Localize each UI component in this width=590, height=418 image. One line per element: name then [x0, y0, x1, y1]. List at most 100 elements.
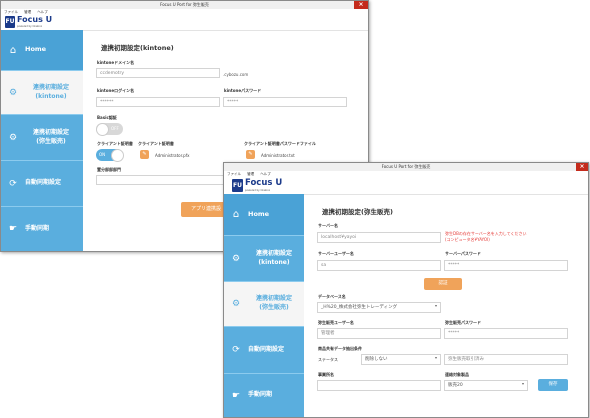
client-file-value: Administrator.pfx [155, 153, 190, 158]
password-label: kintoneパスワード [224, 88, 262, 93]
sync-icon: ⟳ [232, 345, 240, 355]
login-input[interactable]: ****** [96, 97, 220, 107]
sidebar-item-label: 自動同期設定 [25, 179, 62, 187]
menu-file[interactable]: ファイル [4, 10, 18, 14]
logo-name: Focus U [17, 15, 53, 24]
client-cert-toggle[interactable]: ON [96, 149, 124, 162]
domain-label: kintoneドメイン名 [97, 60, 135, 65]
sidebar-item-home[interactable]: ⌂ Home [1, 30, 83, 70]
window-titlebar[interactable]: Focus U Port for 弥生販売 [1, 1, 368, 9]
sidebar-item-label: 手動同期 [248, 391, 273, 399]
window-titlebar[interactable]: Focus U Port for 弥生販売 [224, 163, 588, 171]
login-label: kintoneログイン名 [97, 88, 135, 93]
basic-auth-toggle[interactable]: OFF [96, 123, 123, 136]
sidebar-item-manual-sync[interactable]: ☛ 手動同期 [1, 207, 83, 251]
close-button[interactable]: × [576, 163, 588, 171]
sidebar-item-label: 自動同期設定 [248, 345, 285, 353]
auth-button[interactable]: 認証 [424, 278, 462, 290]
database-label: データベース名 [318, 294, 346, 299]
logo-tagline: powered by Onebox [245, 189, 271, 192]
gear-icon: ⚙ [231, 299, 241, 309]
gear-icon: ⚙ [231, 253, 241, 264]
status-label: ステータス [318, 357, 338, 362]
target-product-label: 連絡対象製品 [445, 372, 469, 377]
server-input[interactable]: localhost¥yayoi [317, 232, 441, 243]
dept-label: 置分部部部門 [97, 167, 121, 172]
status-select[interactable]: 削除しない [361, 354, 441, 365]
menu-help[interactable]: ヘルプ [37, 10, 48, 14]
brand-header: FU Focus U powered by Onebox [1, 15, 368, 31]
save-button[interactable]: 保存 [538, 379, 568, 391]
sidebar-item-label: 連携初期設定 (弥生販売) [32, 128, 69, 145]
client-pw-file-value: Administrator.txt [261, 153, 295, 158]
sync-icon: ⟳ [9, 178, 17, 189]
logo-tagline: powered by Onebox [17, 25, 43, 28]
sidebar: ⌂ Home ⚙ 連携初期設定 (kintone) ⚙ 連携初期設定 (弥生販売) … [224, 194, 304, 417]
chevron-down-icon: ▾ [522, 381, 525, 386]
hand-icon: ☛ [231, 390, 241, 401]
database-select[interactable]: _H%20_株式会社弥生トレーディング [317, 302, 441, 313]
client-pw-file-label: クライアント証明書パスワードファイル [244, 141, 316, 146]
sidebar: ⌂ Home ⚙ 連携初期設定 (kintone) ⚙ 連携初期設定 (弥生販売) … [1, 30, 83, 251]
condition-label: 商品共有データ抽出条件 [318, 346, 362, 351]
domain-suffix: .cybozu.com [223, 72, 249, 77]
target-product-select[interactable]: 販売20 [444, 380, 528, 391]
window-title: Focus U Port for 弥生販売 [160, 2, 209, 7]
status-text-input[interactable]: 弥生販売取引済み [444, 354, 568, 365]
menu-help[interactable]: ヘルプ [260, 172, 271, 176]
basic-auth-label: Basic認証 [97, 115, 117, 120]
server-error-hint: (コンピュータ名¥YAYOI) [445, 237, 490, 242]
brand-header: FU Focus U powered by Onebox [224, 177, 588, 195]
sidebar-item-kintone-settings[interactable]: ⚙ 連携初期設定 (kintone) [224, 236, 304, 281]
gear-icon: ⚙ [8, 132, 18, 143]
sidebar-item-label: 手動同期 [25, 224, 50, 232]
menu-manage[interactable]: 管理 [24, 10, 31, 14]
window-title: Focus U Port for 弥生販売 [381, 164, 431, 169]
yayoi-user-input[interactable]: 管理者 [317, 328, 441, 339]
sidebar-item-label: Home [25, 45, 47, 54]
sidebar-item-label: Home [248, 209, 270, 218]
gear-icon: ⚙ [8, 87, 18, 98]
focus-u-logo-icon: FU [5, 16, 15, 28]
office-label: 事業所名 [318, 372, 334, 377]
password-input[interactable]: ***** [223, 97, 347, 107]
page-title: 連携初期設定(kintone) [101, 44, 174, 52]
domain-input[interactable]: ccdemotry [96, 68, 220, 78]
sidebar-item-home[interactable]: ⌂ Home [224, 194, 304, 235]
menu-file[interactable]: ファイル [227, 172, 241, 176]
server-user-label: サーバーユーザー名 [318, 251, 354, 256]
server-user-input[interactable]: sa [317, 260, 441, 271]
yayoi-password-input[interactable]: ***** [444, 328, 568, 339]
yayoi-user-label: 弥生販売ユーザー名 [318, 320, 354, 325]
sidebar-item-label: 連携初期設定 (kintone) [255, 249, 292, 266]
client-file-label: クライアント証明書 [138, 141, 174, 146]
client-cert-label: クライアント証明書 [97, 141, 133, 146]
sidebar-item-auto-sync[interactable]: ⟳ 自動同期設定 [224, 327, 304, 373]
sidebar-item-manual-sync[interactable]: ☛ 手動同期 [224, 374, 304, 417]
yayoi-form: 連携初期設定(弥生販売) サーバー名 localhost¥yayoi 弥生DBの… [304, 194, 588, 417]
sidebar-item-yayoi-settings[interactable]: ⚙ 連携初期設定 (弥生販売) [224, 282, 304, 326]
logo-name: Focus U [245, 178, 283, 188]
office-input[interactable] [317, 380, 441, 391]
yayoi-password-label: 弥生販売パスワード [445, 320, 481, 325]
page-title: 連携初期設定(弥生販売) [322, 208, 393, 216]
file-picker-icon[interactable]: ✎ [246, 150, 255, 159]
sidebar-item-label: 連携初期設定 (kintone) [32, 83, 69, 100]
server-label: サーバー名 [318, 223, 338, 228]
server-password-label: サーバーパスワード [445, 251, 481, 256]
sidebar-item-label: 連携初期設定 (弥生販売) [255, 295, 292, 311]
sidebar-item-yayoi-settings[interactable]: ⚙ 連携初期設定 (弥生販売) [1, 115, 83, 160]
chevron-down-icon: ▾ [435, 303, 438, 308]
sidebar-item-kintone-settings[interactable]: ⚙ 連携初期設定 (kintone) [1, 71, 83, 114]
yayoi-settings-window: Focus U Port for 弥生販売 × ファイル 管理 ヘルプ FU F… [223, 162, 589, 418]
sidebar-item-auto-sync[interactable]: ⟳ 自動同期設定 [1, 161, 83, 206]
hand-icon: ☛ [8, 224, 18, 234]
menu-manage[interactable]: 管理 [247, 172, 254, 176]
file-picker-icon[interactable]: ✎ [140, 150, 149, 159]
close-button[interactable]: × [354, 1, 368, 9]
focus-u-logo-icon: FU [232, 179, 243, 192]
chevron-down-icon: ▾ [435, 355, 438, 360]
home-icon: ⌂ [9, 44, 17, 56]
home-icon: ⌂ [232, 209, 240, 220]
server-password-input[interactable]: ***** [444, 260, 568, 271]
